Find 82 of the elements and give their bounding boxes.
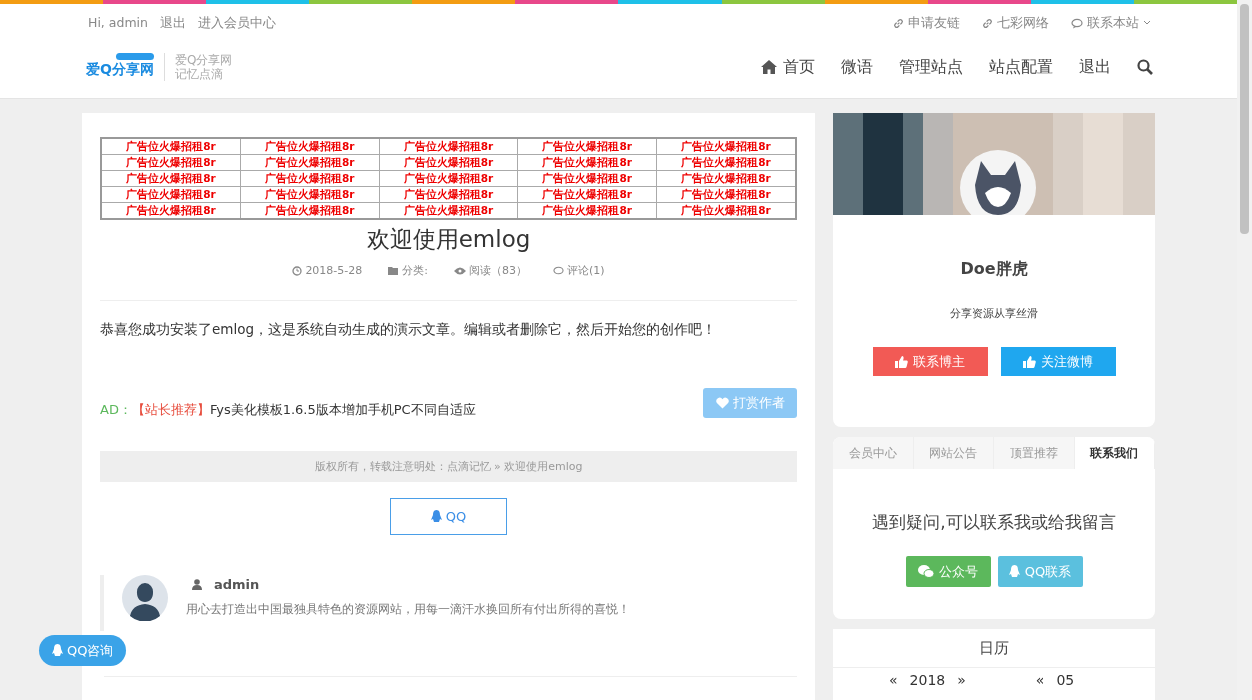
qq-button[interactable]: QQ (390, 498, 507, 535)
post-meta: 2018-5-28 (305, 264, 363, 277)
copyright-bar: 版权所有，转载注意明处：点滴记忆 » 欢迎使用emlog (100, 451, 797, 482)
profile-button[interactable]: 关注微博 (1000, 347, 1116, 376)
top-link[interactable]: 申请友链 (893, 14, 960, 32)
post-meta: 评论(1) (567, 263, 605, 278)
contact-button[interactable]: 公众号 (905, 556, 991, 587)
ad-link[interactable]: Fys美化模板1.6.5版本增加手机PC不同自适应 (209, 402, 476, 417)
penguin-icon (1008, 565, 1020, 578)
comment-icon (553, 265, 565, 276)
search-icon[interactable] (1137, 59, 1153, 75)
thumbs-up-icon (1023, 355, 1036, 368)
nav-item[interactable]: 站点配置 (989, 56, 1053, 78)
prev-year-button[interactable]: « (889, 672, 898, 688)
profile-button[interactable]: 联系博主 (872, 347, 988, 376)
post-meta: 阅读（83） (469, 263, 528, 278)
profile-name: Doe胖虎 (959, 259, 1029, 280)
tab[interactable]: 网站公告 (913, 437, 994, 469)
avatar-icon (122, 575, 168, 621)
user-icon (192, 579, 202, 590)
nav-item[interactable]: 首页 (761, 56, 815, 78)
member-center-link[interactable]: 进入会员中心 (198, 14, 276, 32)
ad-cell[interactable]: 广告位火爆招租8r (379, 154, 518, 171)
ad-cell[interactable]: 广告位火爆招租8r (517, 138, 657, 155)
link-icon (893, 17, 904, 29)
ad-cell[interactable]: 广告位火爆招租8r (517, 154, 657, 171)
ad-cell[interactable]: 广告位火爆招租8r (101, 138, 241, 155)
penguin-icon (430, 510, 442, 523)
contact-text: 遇到疑问,可以联系我或给我留言 (871, 511, 1117, 534)
ad-cell[interactable]: 广告位火爆招租8r (240, 170, 380, 187)
ad-label: AD： (100, 402, 132, 417)
penguin-icon (52, 644, 63, 657)
eye-icon (454, 266, 467, 275)
link-icon (982, 17, 993, 29)
qq-consult-button[interactable]: QQ咨询 (39, 635, 127, 666)
ad-cell[interactable]: 广告位火爆招租8r (240, 138, 380, 155)
top-link[interactable]: 联系本站 (1071, 14, 1151, 32)
site-slogan: 记忆点滴 (174, 67, 224, 81)
ad-cell[interactable]: 广告位火爆招租8r (379, 138, 518, 155)
nav-item[interactable]: 退出 (1079, 56, 1111, 78)
ad-cell[interactable]: 广告位火爆招租8r (379, 170, 518, 187)
tab[interactable]: 联系我们 (1074, 437, 1155, 469)
profile-motto: 分享资源从享丝滑 (949, 306, 1039, 321)
ad-cell[interactable]: 广告位火爆招租8r (517, 186, 657, 203)
calendar-year: 2018 (909, 672, 946, 688)
ad-cell[interactable]: 广告位火爆招租8r (656, 186, 796, 203)
home-icon (761, 60, 777, 74)
post-title: 欢迎使用emlog (365, 225, 532, 254)
tab[interactable]: 会员中心 (833, 437, 914, 469)
chat-icon (1071, 17, 1083, 29)
ad-cell[interactable]: 广告位火爆招租8r (656, 170, 796, 187)
author-name: admin (214, 577, 260, 592)
ad-cell[interactable]: 广告位火爆招租8r (379, 186, 518, 203)
ad-cell[interactable]: 广告位火爆招租8r (656, 138, 796, 155)
heart-icon (715, 397, 729, 409)
ad-cell[interactable]: 广告位火爆招租8r (240, 186, 380, 203)
clock-icon (292, 265, 303, 276)
nav-item[interactable]: 微语 (841, 56, 873, 78)
next-year-button[interactable]: » (957, 672, 966, 688)
wechat-icon (918, 565, 934, 578)
site-logo[interactable]: 爱Q分享网 (86, 53, 165, 81)
ad-tag: 【站长推荐】 (131, 402, 210, 417)
calendar-title: 日历 (833, 629, 1155, 668)
ad-cell[interactable]: 广告位火爆招租8r (101, 170, 241, 187)
tab[interactable]: 顶置推荐 (994, 437, 1075, 469)
site-name: 爱Q分享网 (174, 53, 233, 67)
author-bio: 用心去打造出中国最独具特色的资源网站，用每一滴汗水换回所有付出所得的喜悦！ (186, 601, 630, 618)
ad-cell[interactable]: 广告位火爆招租8r (101, 186, 241, 203)
ad-cell[interactable]: 广告位火爆招租8r (240, 154, 380, 171)
logout-link[interactable]: 退出 (160, 14, 186, 32)
calendar-month: 05 (1056, 672, 1075, 688)
post-body: 恭喜您成功安装了emlog，这是系统自动生成的演示文章。编辑或者删除它，然后开始您的创作吧！ (100, 321, 718, 339)
ad-cell[interactable]: 广告位火爆招租8r (517, 170, 657, 187)
ad-cell[interactable]: 广告位火爆招租8r (101, 154, 241, 171)
top-link[interactable]: 七彩网络 (982, 14, 1049, 32)
post-meta: 分类: (402, 263, 429, 278)
folder-icon (388, 266, 400, 275)
nav-item[interactable]: 管理站点 (899, 56, 963, 78)
ad-cell[interactable]: 广告位火爆招租8r (656, 154, 796, 171)
greeting-text: Hi, admin (88, 14, 148, 32)
prev-month-button[interactable]: « (1035, 672, 1045, 688)
thumbs-up-icon (895, 355, 908, 368)
